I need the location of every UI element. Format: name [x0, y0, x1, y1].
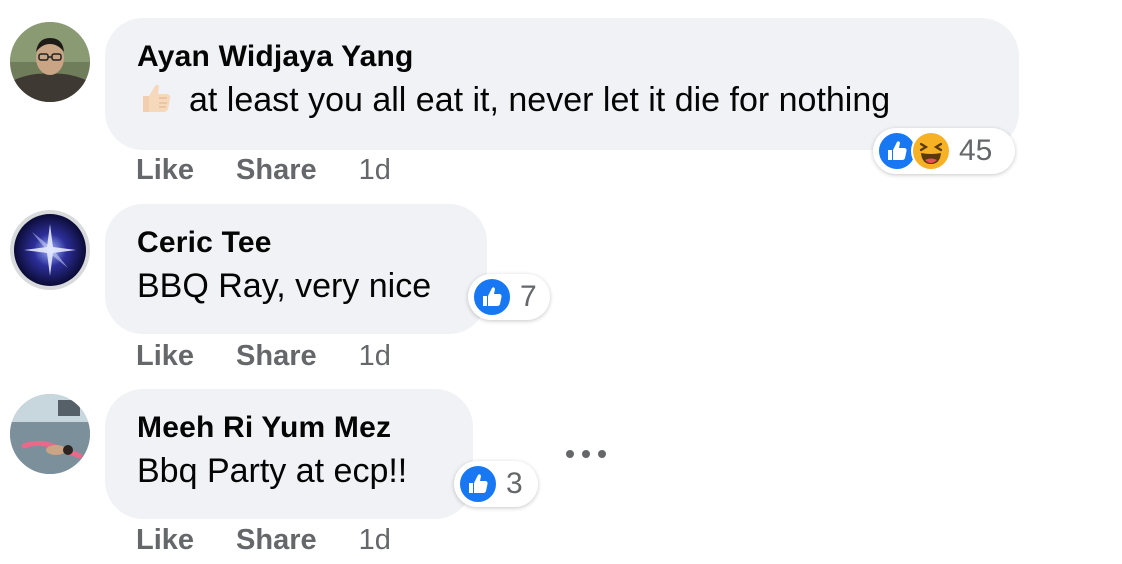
like-button[interactable]: Like [136, 340, 194, 373]
comment: Ayan Widjaya Yang at least you all eat i… [0, 0, 1122, 190]
dot [582, 450, 590, 458]
reaction-count: 7 [520, 280, 537, 313]
thumbs-up-emoji-icon [137, 80, 173, 116]
comment-timestamp[interactable]: 1d [359, 154, 391, 187]
comment-text: BBQ Ray, very nice [137, 267, 432, 305]
comment-actions: Like Share 1d [136, 154, 391, 187]
dot [566, 450, 574, 458]
comment-author[interactable]: Ceric Tee [137, 226, 455, 260]
comment-text: Bbq Party at ecp!! [137, 452, 408, 490]
comment-text: at least you all eat it, never let it di… [137, 78, 987, 122]
share-button[interactable]: Share [236, 524, 317, 557]
dot [598, 450, 606, 458]
like-reaction-icon [472, 277, 512, 317]
comment-author[interactable]: Meeh Ri Yum Mez [137, 411, 441, 445]
comment-bubble: Ceric Tee BBQ Ray, very nice [105, 204, 487, 334]
comment-text-content: at least you all eat it, never let it di… [189, 81, 891, 119]
reaction-summary[interactable]: 45 [873, 128, 1015, 174]
like-button[interactable]: Like [136, 524, 194, 557]
comment-actions: Like Share 1d [136, 524, 391, 557]
reaction-count: 3 [506, 467, 523, 500]
comment-timestamp[interactable]: 1d [359, 340, 391, 373]
share-button[interactable]: Share [236, 154, 317, 187]
comment-bubble: Meeh Ri Yum Mez Bbq Party at ecp!! [105, 389, 473, 519]
share-button[interactable]: Share [236, 340, 317, 373]
reaction-count: 45 [959, 134, 993, 167]
comment-timestamp[interactable]: 1d [359, 524, 391, 557]
like-reaction-icon [458, 464, 498, 504]
avatar[interactable] [10, 394, 90, 474]
comment: Ceric Tee BBQ Ray, very nice 7 Like Shar… [0, 190, 1122, 376]
reaction-summary[interactable]: 7 [468, 274, 550, 320]
reaction-summary[interactable]: 3 [454, 461, 538, 507]
avatar[interactable] [10, 210, 90, 290]
like-button[interactable]: Like [136, 154, 194, 187]
comment-author[interactable]: Ayan Widjaya Yang [137, 40, 987, 74]
avatar[interactable] [10, 22, 90, 102]
more-options-icon[interactable] [566, 444, 606, 464]
haha-reaction-icon [911, 131, 951, 171]
comment-actions: Like Share 1d [136, 340, 391, 373]
comment: Meeh Ri Yum Mez Bbq Party at ecp!! 3 Lik… [0, 376, 1122, 564]
